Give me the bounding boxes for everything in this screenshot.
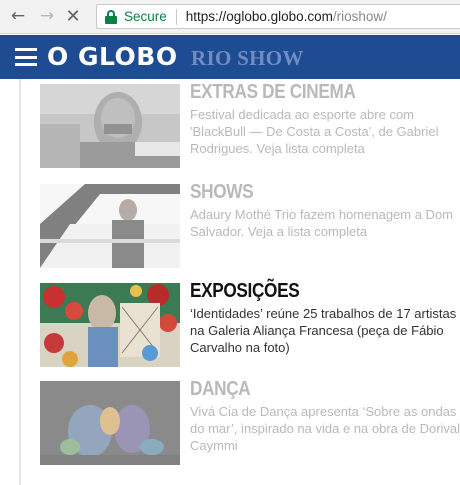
item-title[interactable]: SHOWS xyxy=(190,180,424,204)
item-description: Vivá Cia de Dança apresenta ‘Sobre as on… xyxy=(190,404,460,453)
item-description: Adaury Mothé Trio fazem homenagem a Dom … xyxy=(190,207,454,239)
thumbnail-exposicoes xyxy=(40,283,180,367)
item-description: Festival dedicada ao esporte abre com 'B… xyxy=(190,107,439,156)
site-header: O GLOBO RIO SHOW xyxy=(0,35,460,79)
url-path: /rioshow/ xyxy=(332,9,387,24)
list-item[interactable]: SHOWS Adaury Mothé Trio fazem homenagem … xyxy=(40,181,460,268)
item-description: ‘Identidades’ reúne 25 trabalhos de 17 a… xyxy=(190,306,457,355)
thumbnail-shows xyxy=(40,184,180,268)
item-title[interactable]: EXTRAS DE CINEMA xyxy=(190,80,424,104)
stop-x-icon[interactable]: ✕ xyxy=(63,6,83,27)
lock-icon xyxy=(105,9,117,24)
forward-arrow-icon[interactable]: → xyxy=(37,6,57,26)
section-title: RIO SHOW xyxy=(191,46,304,70)
list-item[interactable]: EXTRAS DE CINEMA Festival dedicada ao es… xyxy=(40,81,460,168)
hamburger-menu-icon[interactable] xyxy=(15,47,37,67)
thumbnail-cinema xyxy=(40,84,180,168)
url-host: https://oglobo.globo.com xyxy=(185,9,333,24)
item-title[interactable]: DANÇA xyxy=(190,377,424,401)
back-arrow-icon[interactable]: ← xyxy=(8,6,28,26)
item-title[interactable]: EXPOSIÇÕES xyxy=(190,279,424,303)
browser-toolbar: ← → ✕ Secure https://oglobo.globo.com /r… xyxy=(0,0,460,34)
url-separator xyxy=(175,8,177,25)
address-bar[interactable]: Secure https://oglobo.globo.com /rioshow… xyxy=(96,4,460,29)
secure-label: Secure xyxy=(124,9,167,24)
list-item[interactable]: DANÇA Vivá Cia de Dança apresenta ‘Sobre… xyxy=(40,378,460,465)
left-divider xyxy=(19,79,21,485)
list-item[interactable]: EXPOSIÇÕES ‘Identidades’ reúne 25 trabal… xyxy=(40,280,460,367)
site-logo[interactable]: O GLOBO xyxy=(47,43,178,71)
thumbnail-danca xyxy=(40,381,180,465)
